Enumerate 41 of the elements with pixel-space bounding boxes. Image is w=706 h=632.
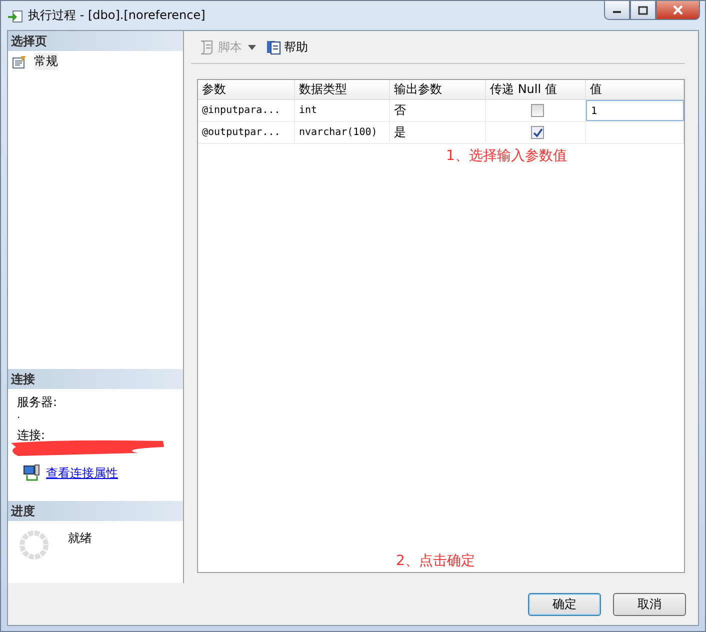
column-header: 参数 xyxy=(198,80,295,99)
help-button[interactable]: 帮助 xyxy=(263,36,311,58)
table-cell: 否 xyxy=(390,100,486,121)
properties-icon xyxy=(12,54,28,68)
column-header: 值 xyxy=(586,80,684,99)
execute-icon xyxy=(7,8,23,24)
progress-status: 就绪 xyxy=(68,530,92,547)
connection-label: 连接: xyxy=(17,428,46,443)
connection-properties-icon xyxy=(23,464,41,482)
annotation-text: 2、点击确定 xyxy=(396,552,476,570)
maximize-button[interactable] xyxy=(630,1,656,20)
table-cell: @inputpara... xyxy=(198,100,295,121)
column-header: 输出参数 xyxy=(390,80,486,99)
window-title: 执行过程 - [dbo].[noreference] xyxy=(28,7,206,24)
help-book-icon xyxy=(266,39,282,55)
page-item[interactable]: 常规 xyxy=(8,51,183,72)
caret-icon xyxy=(248,44,256,50)
table-cell: @outputpar... xyxy=(198,122,295,143)
table-cell: 是 xyxy=(390,122,486,143)
section-header: 进度 xyxy=(8,501,183,521)
minimize-button[interactable] xyxy=(604,1,630,20)
table-cell: int xyxy=(295,100,390,121)
server-value: . xyxy=(17,410,22,422)
dropdown-button[interactable] xyxy=(245,42,259,52)
annotation-text: 1、选择输入参数值 xyxy=(446,147,568,165)
section-header: 选择页 xyxy=(8,31,183,51)
server-label: 服务器: xyxy=(17,395,58,410)
table-cell: nvarchar(100) xyxy=(295,122,390,143)
close-icon xyxy=(672,5,684,15)
section-header: 连接 xyxy=(8,369,183,389)
checkbox[interactable] xyxy=(531,104,544,117)
checkbox[interactable] xyxy=(531,126,544,139)
connection-properties-link[interactable]: 查看连接属性 xyxy=(46,464,118,482)
maximize-icon xyxy=(638,6,648,14)
value-field[interactable]: 1 xyxy=(586,100,684,121)
column-header: 数据类型 xyxy=(295,80,390,99)
progress-spinner-icon xyxy=(18,529,50,561)
dialog-button[interactable]: 确定 xyxy=(528,592,601,616)
close-button[interactable] xyxy=(656,1,700,20)
column-header: 传递 Null 值 xyxy=(486,80,586,99)
dialog-button[interactable]: 取消 xyxy=(613,592,686,616)
